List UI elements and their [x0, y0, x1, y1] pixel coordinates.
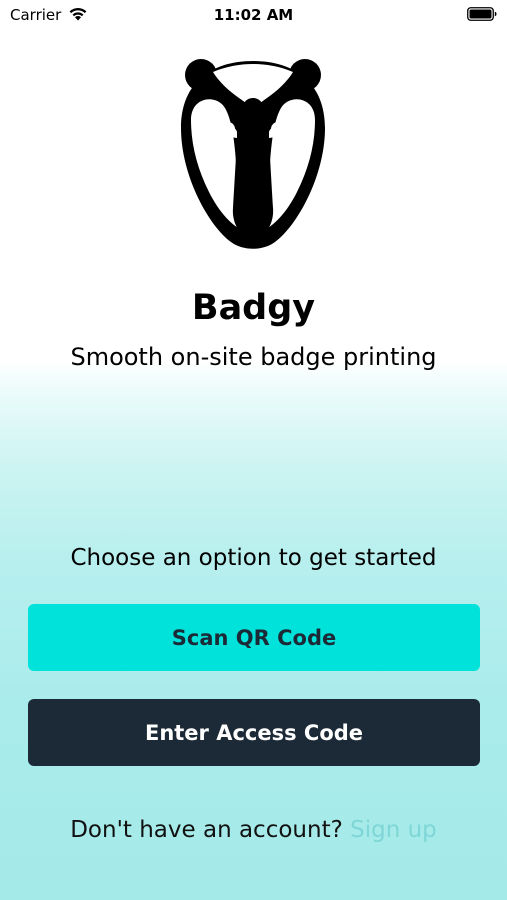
battery-icon — [467, 7, 497, 21]
scan-qr-code-button[interactable]: Scan QR Code — [28, 604, 480, 671]
app-tagline: Smooth on-site badge printing — [70, 343, 437, 371]
app-title: Badgy — [191, 288, 316, 328]
signup-prompt: Don't have an account? Sign up — [0, 817, 507, 843]
clock: 11:02 AM — [213, 6, 294, 24]
badger-logo — [181, 59, 325, 249]
scan-qr-code-label: Scan QR Code — [171, 625, 337, 650]
enter-access-code-label: Enter Access Code — [144, 720, 364, 745]
enter-access-code-button[interactable]: Enter Access Code — [28, 699, 480, 766]
get-started-prompt: Choose an option to get started — [70, 545, 437, 571]
sign-up-link[interactable]: Sign up — [350, 817, 437, 843]
status-bar: Carrier 11:02 AM — [0, 0, 507, 30]
signup-question: Don't have an account? — [70, 817, 343, 843]
